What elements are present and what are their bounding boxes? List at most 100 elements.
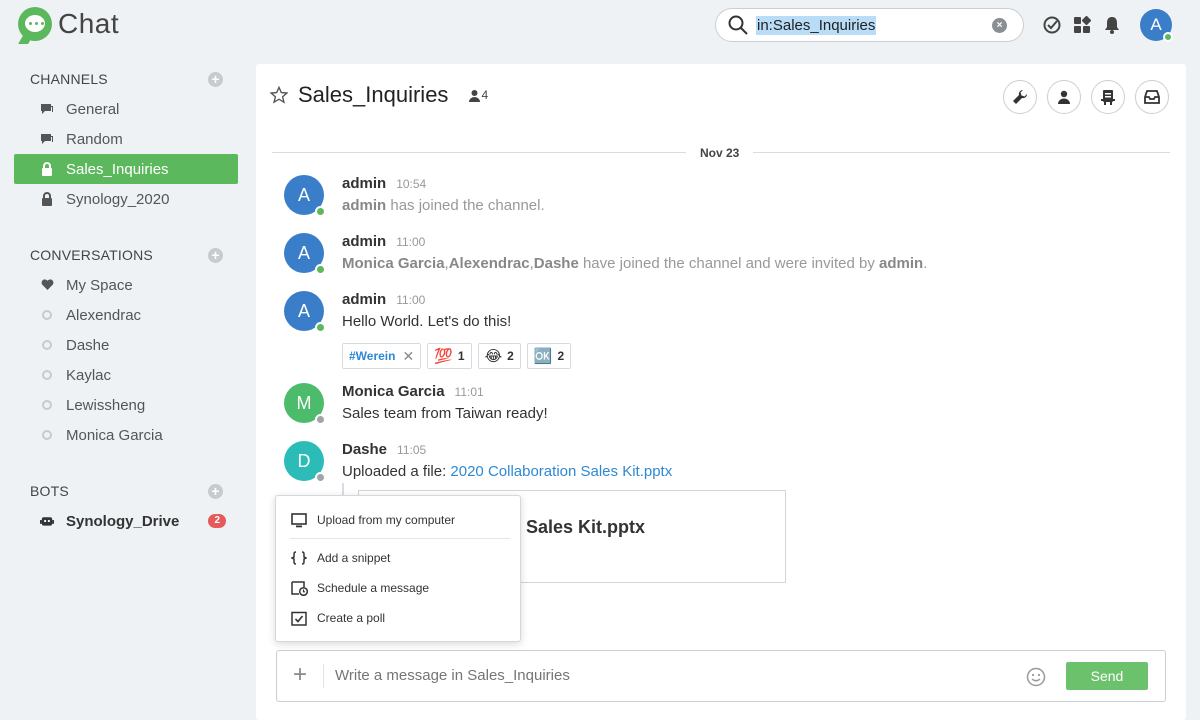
sidebar-item-random[interactable]: Random xyxy=(14,124,238,154)
message-author[interactable]: admin xyxy=(342,233,386,250)
reaction-count: 1 xyxy=(457,349,465,363)
add-channel-icon[interactable]: + xyxy=(208,72,223,87)
hundred-points-emoji-icon: 💯 xyxy=(434,348,453,365)
schedule-message-icon xyxy=(290,579,308,597)
channels-heading: CHANNELS xyxy=(30,71,108,87)
member-count-value: 4 xyxy=(481,88,489,102)
avatar[interactable]: D xyxy=(284,441,326,483)
pinned-button[interactable] xyxy=(1091,80,1125,114)
avatar[interactable]: A xyxy=(284,233,326,275)
reaction-ok[interactable]: 🆗 2 xyxy=(526,343,572,369)
menu-item-upload[interactable]: Upload from my computer xyxy=(290,511,455,529)
sidebar-item-general[interactable]: General xyxy=(14,94,238,124)
reaction-count: 2 xyxy=(507,349,514,363)
search-input[interactable]: in:Sales_Inquiries xyxy=(756,15,877,35)
sidebar-item-my-space[interactable]: My Space xyxy=(14,270,238,300)
message-author[interactable]: Dashe xyxy=(342,441,387,458)
menu-item-label: Schedule a message xyxy=(317,581,430,595)
message-text: Hello World. Let's do this! xyxy=(342,313,512,330)
sidebar-item-label: Synology_Drive xyxy=(66,512,180,530)
mentioned-user[interactable]: Monica Garcia xyxy=(342,255,445,272)
message-text: has joined the channel. xyxy=(386,197,545,214)
sidebar-item-label: Monica Garcia xyxy=(66,426,163,444)
channel-settings-button[interactable] xyxy=(1003,80,1037,114)
sidebar-item-dashe[interactable]: Dashe xyxy=(14,330,238,360)
sidebar-item-label: Lewissheng xyxy=(66,396,146,414)
message-time: 11:05 xyxy=(397,443,427,457)
sidebar-item-synology-drive[interactable]: Synology_Drive 2 xyxy=(14,506,238,536)
attach-plus-icon[interactable]: + xyxy=(289,663,311,687)
avatar[interactable]: M xyxy=(284,383,326,425)
members-button[interactable] xyxy=(1047,80,1081,114)
message-composer: + Send xyxy=(276,650,1166,702)
chat-bubble-icon xyxy=(40,102,54,116)
tasks-check-icon[interactable] xyxy=(1042,15,1062,35)
message-text: have joined the channel and were invited… xyxy=(578,255,880,272)
sidebar-item-kaylac[interactable]: Kaylac xyxy=(14,360,238,390)
remove-tag-icon[interactable]: ✕ xyxy=(402,348,414,365)
search-icon xyxy=(728,15,748,35)
menu-item-schedule[interactable]: Schedule a message xyxy=(290,579,429,597)
app-logo[interactable]: Chat xyxy=(18,7,119,41)
message-actor[interactable]: admin xyxy=(879,255,923,272)
inbox-button[interactable] xyxy=(1135,80,1169,114)
inbox-icon xyxy=(1144,90,1160,104)
emoji-smile-icon[interactable] xyxy=(1026,667,1046,687)
mentioned-user[interactable]: Alexendrac xyxy=(449,255,530,272)
system-message: admin has joined the channel. xyxy=(342,197,545,214)
sidebar-item-label: Dashe xyxy=(66,336,110,354)
hashtag-label: #Werein xyxy=(349,349,396,363)
heart-icon xyxy=(40,278,54,292)
chat-logo-icon xyxy=(18,7,52,41)
sidebar-item-monica-garcia[interactable]: Monica Garcia xyxy=(14,420,238,450)
sidebar-item-synology-2020[interactable]: Synology_2020 xyxy=(14,184,238,214)
apps-grid-icon[interactable] xyxy=(1072,15,1092,35)
lock-icon xyxy=(40,162,54,176)
pin-board-icon xyxy=(1101,90,1115,105)
avatar[interactable]: A xyxy=(284,175,326,217)
sidebar-item-lewissheng[interactable]: Lewissheng xyxy=(14,390,238,420)
message-time: 11:00 xyxy=(396,235,426,249)
ok-emoji-icon: 🆗 xyxy=(533,348,553,365)
message-input[interactable] xyxy=(335,667,955,684)
menu-item-poll[interactable]: Create a poll xyxy=(290,609,385,627)
offline-status-icon xyxy=(42,370,52,380)
unread-badge: 2 xyxy=(208,514,226,528)
clear-search-icon[interactable]: × xyxy=(992,18,1007,33)
chat-bubble-icon xyxy=(40,132,54,146)
sidebar-item-label: Sales_Inquiries xyxy=(66,160,169,178)
notification-bell-icon[interactable] xyxy=(1102,15,1122,35)
message-author[interactable]: Monica Garcia xyxy=(342,383,445,400)
message-text-prefix: Uploaded a file: xyxy=(342,463,451,480)
system-message: Monica Garcia,Alexendrac,Dashe have join… xyxy=(342,255,927,272)
mentioned-user[interactable]: Dashe xyxy=(534,255,579,272)
message-author[interactable]: admin xyxy=(342,291,386,308)
add-conversation-icon[interactable]: + xyxy=(208,248,223,263)
hashtag-chip[interactable]: #Werein ✕ xyxy=(342,343,422,369)
sidebar-item-label: My Space xyxy=(66,276,133,294)
wrench-icon xyxy=(1013,89,1028,104)
send-button[interactable]: Send xyxy=(1066,662,1148,690)
sidebar: CHANNELS + General Random Sales_Inquirie… xyxy=(0,50,256,720)
sidebar-item-alexendrac[interactable]: Alexendrac xyxy=(14,300,238,330)
reaction-joy[interactable]: 😂 2 xyxy=(477,343,521,369)
user-avatar[interactable]: A xyxy=(1140,9,1173,42)
menu-item-snippet[interactable]: Add a snippet xyxy=(290,549,390,567)
search-box[interactable]: in:Sales_Inquiries × xyxy=(715,8,1024,42)
file-link[interactable]: 2020 Collaboration Sales Kit.pptx xyxy=(450,463,672,480)
member-count[interactable]: 4 xyxy=(468,88,488,102)
member-icon xyxy=(469,89,481,102)
star-icon[interactable] xyxy=(270,86,288,104)
online-status-dot xyxy=(315,322,326,333)
code-braces-icon xyxy=(290,549,308,567)
online-status-dot xyxy=(315,206,326,217)
avatar[interactable]: A xyxy=(284,291,326,333)
add-bot-icon[interactable]: + xyxy=(208,484,223,499)
channel-title: Sales_Inquiries xyxy=(298,82,449,107)
reaction-100[interactable]: 💯 1 xyxy=(427,343,472,369)
message-author[interactable]: admin xyxy=(342,175,386,192)
message-time: 10:54 xyxy=(396,177,427,191)
message-actor[interactable]: admin xyxy=(342,197,386,214)
sidebar-item-sales-inquiries[interactable]: Sales_Inquiries xyxy=(14,154,238,184)
attach-menu: Upload from my computer Add a snippet Sc… xyxy=(275,495,521,642)
